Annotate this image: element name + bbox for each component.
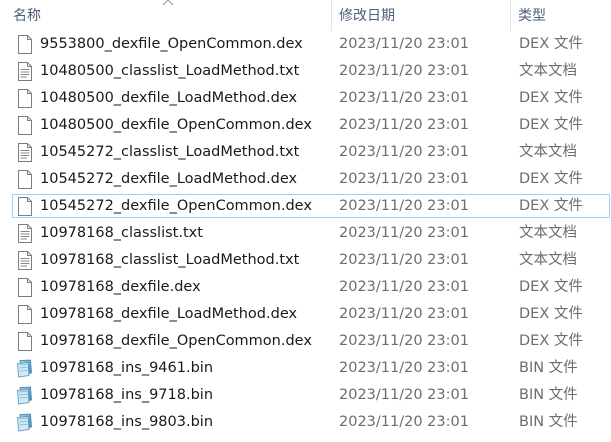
file-row[interactable]: 10978168_ins_9461.bin 2023/11/20 23:01 BIN… xyxy=(0,355,611,382)
file-name: 10978168_ins_9718.bin xyxy=(40,387,214,403)
file-row[interactable]: 10978168_ins_9718.bin 2023/11/20 23:01 BIN… xyxy=(0,382,611,409)
file-type: 文本文档 xyxy=(519,63,577,79)
sort-ascending-icon xyxy=(162,0,174,6)
file-name: 10545272_classlist_LoadMethod.txt xyxy=(40,144,300,160)
file-row[interactable]: 10545272_dexfile_LoadMethod.dex 2023/11/2… xyxy=(0,166,611,193)
file-row[interactable]: 10978168_classlist_LoadMethod.txt 2023/11… xyxy=(0,247,611,274)
file-name: 10978168_ins_9803.bin xyxy=(40,414,214,430)
file-row[interactable]: 10545272_classlist_LoadMethod.txt 2023/11… xyxy=(0,139,611,166)
file-modified-date: 2023/11/20 23:01 xyxy=(339,360,469,376)
file-name: 10978168_classlist_LoadMethod.txt xyxy=(40,252,300,268)
file-name: 10978168_dexfile.dex xyxy=(40,279,201,295)
binary-file-icon xyxy=(16,386,34,405)
file-type: 文本文档 xyxy=(519,225,577,241)
file-row[interactable]: 10978168_classlist.txt 2023/11/20 23:01 文本… xyxy=(0,220,611,247)
file-modified-date: 2023/11/20 23:01 xyxy=(339,117,469,133)
file-modified-date: 2023/11/20 23:01 xyxy=(339,36,469,52)
file-row[interactable]: 10978168_dexfile.dex 2023/11/20 23:01 DEX … xyxy=(0,274,611,301)
file-type: 文本文档 xyxy=(519,252,577,268)
file-modified-date: 2023/11/20 23:01 xyxy=(339,225,469,241)
file-modified-date: 2023/11/20 23:01 xyxy=(339,387,469,403)
blank-file-icon xyxy=(16,89,34,108)
file-modified-date: 2023/11/20 23:01 xyxy=(339,144,469,160)
file-name: 10978168_ins_9461.bin xyxy=(40,360,214,376)
file-modified-date: 2023/11/20 23:01 xyxy=(339,414,469,430)
column-divider[interactable] xyxy=(331,0,332,31)
file-list: 9553800_dexfile_OpenCommon.dex 2023/11/20… xyxy=(0,31,611,436)
file-modified-date: 2023/11/20 23:01 xyxy=(339,333,469,349)
binary-file-icon xyxy=(16,359,34,378)
file-type: BIN 文件 xyxy=(519,360,578,376)
file-type: DEX 文件 xyxy=(519,306,583,322)
file-name: 10978168_dexfile_LoadMethod.dex xyxy=(40,306,298,322)
file-name: 10480500_dexfile_OpenCommon.dex xyxy=(40,117,312,133)
file-type: DEX 文件 xyxy=(519,171,583,187)
file-row[interactable]: 9553800_dexfile_OpenCommon.dex 2023/11/20… xyxy=(0,31,611,58)
file-row[interactable]: 10978168_ins_9803.bin 2023/11/20 23:01 BIN… xyxy=(0,409,611,436)
file-modified-date: 2023/11/20 23:01 xyxy=(339,63,469,79)
file-name: 10480500_classlist_LoadMethod.txt xyxy=(40,63,300,79)
file-modified-date: 2023/11/20 23:01 xyxy=(339,306,469,322)
blank-file-icon xyxy=(16,35,34,54)
file-modified-date: 2023/11/20 23:01 xyxy=(339,252,469,268)
file-type: 文本文档 xyxy=(519,144,577,160)
column-header-date[interactable]: 修改日期 xyxy=(339,6,395,26)
blank-file-icon xyxy=(16,197,34,216)
file-name: 10480500_dexfile_LoadMethod.dex xyxy=(40,90,298,106)
blank-file-icon xyxy=(16,332,34,351)
file-row[interactable]: 10545272_dexfile_OpenCommon.dex 2023/11/2… xyxy=(0,193,611,220)
file-row[interactable]: 10480500_dexfile_LoadMethod.dex 2023/11/2… xyxy=(0,85,611,112)
file-name: 9553800_dexfile_OpenCommon.dex xyxy=(40,36,303,52)
file-type: DEX 文件 xyxy=(519,117,583,133)
file-type: DEX 文件 xyxy=(519,90,583,106)
file-name: 10978168_dexfile_OpenCommon.dex xyxy=(40,333,312,349)
text-file-icon xyxy=(16,143,34,162)
file-name: 10978168_classlist.txt xyxy=(40,225,203,241)
blank-file-icon xyxy=(16,305,34,324)
file-modified-date: 2023/11/20 23:01 xyxy=(339,279,469,295)
blank-file-icon xyxy=(16,116,34,135)
file-row[interactable]: 10480500_classlist_LoadMethod.txt 2023/11… xyxy=(0,58,611,85)
file-row[interactable]: 10978168_dexfile_OpenCommon.dex 2023/11/2… xyxy=(0,328,611,355)
blank-file-icon xyxy=(16,170,34,189)
file-type: DEX 文件 xyxy=(519,36,583,52)
column-header-name[interactable]: 名称 xyxy=(13,6,41,26)
text-file-icon xyxy=(16,224,34,243)
file-row[interactable]: 10480500_dexfile_OpenCommon.dex 2023/11/2… xyxy=(0,112,611,139)
file-name: 10545272_dexfile_OpenCommon.dex xyxy=(40,198,312,214)
file-type: DEX 文件 xyxy=(519,333,583,349)
column-header-type[interactable]: 类型 xyxy=(518,6,546,26)
file-type: BIN 文件 xyxy=(519,414,578,430)
file-row[interactable]: 10978168_dexfile_LoadMethod.dex 2023/11/2… xyxy=(0,301,611,328)
file-modified-date: 2023/11/20 23:01 xyxy=(339,198,469,214)
blank-file-icon xyxy=(16,278,34,297)
binary-file-icon xyxy=(16,413,34,432)
file-modified-date: 2023/11/20 23:01 xyxy=(339,90,469,106)
column-header-bar: 名称 修改日期 类型 xyxy=(0,0,611,31)
file-name: 10545272_dexfile_LoadMethod.dex xyxy=(40,171,298,187)
file-modified-date: 2023/11/20 23:01 xyxy=(339,171,469,187)
text-file-icon xyxy=(16,251,34,270)
file-type: DEX 文件 xyxy=(519,198,583,214)
column-divider[interactable] xyxy=(510,0,511,31)
file-type: BIN 文件 xyxy=(519,387,578,403)
file-type: DEX 文件 xyxy=(519,279,583,295)
text-file-icon xyxy=(16,62,34,81)
